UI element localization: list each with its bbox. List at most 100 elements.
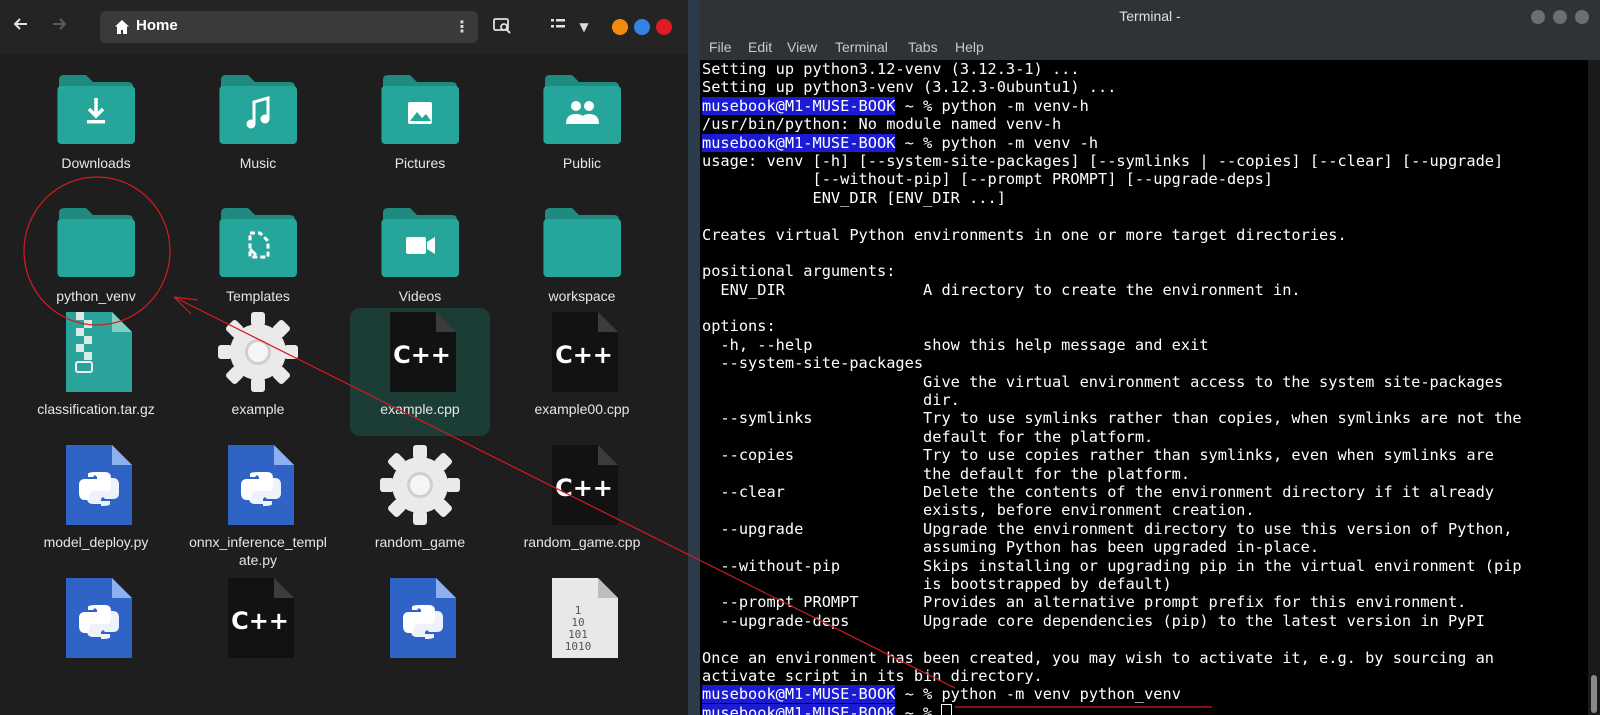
prompt-suffix: ~ % (895, 133, 942, 152)
file-item[interactable]: Pictures (350, 62, 490, 190)
search-button[interactable] (490, 15, 514, 39)
file-item[interactable]: random_game (350, 441, 490, 569)
terminal-prompt-line: musebook@M1-MUSE-BOOK ~ % (702, 703, 1582, 715)
binary-file-icon: 1 10 101 1010 (542, 576, 622, 660)
python-file-icon (380, 576, 460, 660)
terminal-output-line: --system-site-packages (702, 354, 1582, 372)
scroll-thumb[interactable] (1591, 675, 1597, 713)
file-item[interactable]: classification.tar.gz (26, 308, 166, 436)
terminal-menubar: File Edit View Terminal Tabs Help (700, 34, 1600, 60)
close-button[interactable] (656, 19, 672, 35)
terminal-output-line: --without-pip Skips installing or upgrad… (702, 557, 1582, 575)
menu-tabs[interactable]: Tabs (908, 39, 938, 55)
menu-file[interactable]: File (709, 39, 732, 55)
terminal-output-line: ENV_DIR A directory to create the enviro… (702, 281, 1582, 299)
menu-edit[interactable]: Edit (748, 39, 772, 55)
output-text: is bootstrapped by default) (702, 574, 1172, 593)
folder-downloads-icon (56, 64, 136, 148)
folder-videos-icon (380, 197, 460, 281)
file-item[interactable]: onnx_inference_template.py (188, 441, 328, 569)
view-mode-button[interactable] (548, 15, 568, 39)
file-item-label: onnx_inference_template.py (189, 534, 327, 568)
file-item-label: example.cpp (380, 401, 460, 417)
file-item-label: example00.cpp (534, 401, 630, 417)
file-item[interactable]: C++ example00.cpp (512, 308, 652, 436)
file-item[interactable]: Downloads (26, 62, 166, 190)
terminal-output-line: [--without-pip] [--prompt PROMPT] [--upg… (702, 170, 1582, 188)
command-text: python -m venv-h (941, 96, 1089, 115)
cpp-file-icon: C++ (542, 310, 622, 394)
terminal-output-line: options: (702, 317, 1582, 335)
output-text: --symlinks Try to use symlinks rather th… (702, 409, 1522, 428)
back-button[interactable] (9, 15, 33, 40)
file-item[interactable] (350, 574, 490, 702)
location-bar[interactable]: Home ⋮ (100, 11, 478, 43)
file-item[interactable]: Videos (350, 195, 490, 323)
terminal-output-line: --symlinks Try to use symlinks rather th… (702, 409, 1582, 427)
terminal-scrollbar[interactable] (1588, 60, 1600, 715)
file-manager-headerbar: Home ⋮ ▼ (0, 0, 688, 54)
file-item[interactable]: example (188, 308, 328, 436)
executable-gear-icon (380, 443, 460, 527)
terminal-output-line: default for the platform. (702, 428, 1582, 446)
menu-help[interactable]: Help (955, 39, 984, 55)
output-text: dir. (702, 391, 960, 410)
terminal-output-line: the default for the platform. (702, 465, 1582, 483)
file-item-label: random_game.cpp (523, 534, 641, 550)
text-cursor (941, 703, 953, 715)
output-text: [--without-pip] [--prompt PROMPT] [--upg… (702, 170, 1274, 189)
file-item-label: Pictures (394, 155, 446, 171)
folder-music-icon (218, 64, 298, 148)
output-text: positional arguments: (702, 262, 896, 281)
forward-button[interactable] (47, 15, 71, 40)
prompt-suffix: ~ % (895, 703, 942, 715)
file-item-label: workspace (548, 288, 616, 304)
terminal-output-line: --copies Try to use copies rather than s… (702, 446, 1582, 464)
terminal-output[interactable]: Setting up python3.12-venv (3.12.3-1) ..… (700, 60, 1582, 715)
minimize-button[interactable] (612, 19, 628, 35)
file-item-label: Downloads (61, 155, 131, 171)
chevron-down-icon: ▼ (579, 20, 589, 34)
file-item-label: Public (562, 155, 602, 171)
output-text: --without-pip Skips installing or upgrad… (702, 556, 1522, 575)
home-icon (115, 20, 129, 34)
terminal-close-button[interactable] (1575, 10, 1589, 24)
file-item[interactable]: Music (188, 62, 328, 190)
search-folder-icon (493, 18, 511, 34)
terminal-output-line: Setting up python3-venv (3.12.3-0ubuntu1… (702, 78, 1582, 96)
terminal-output-line: /usr/bin/python: No module named venv-h (702, 115, 1582, 133)
output-text: Creates virtual Python environments in o… (702, 225, 1347, 244)
view-options-dropdown[interactable]: ▼ (576, 15, 592, 39)
file-item[interactable]: C++ (188, 574, 328, 702)
cpp-file-icon: C++ (218, 576, 298, 660)
terminal-maximize-button[interactable] (1553, 10, 1567, 24)
maximize-button[interactable] (634, 19, 650, 35)
prompt-suffix: ~ % (895, 96, 942, 115)
terminal-output-line: Setting up python3.12-venv (3.12.3-1) ..… (702, 60, 1582, 78)
command-text: python -m venv -h (941, 133, 1099, 152)
output-text: Setting up python3-venv (3.12.3-0ubuntu1… (702, 78, 1117, 97)
file-item[interactable]: C++ example.cpp (350, 308, 490, 436)
output-text: --upgrade-deps Upgrade core dependencies… (702, 611, 1485, 630)
menu-view[interactable]: View (787, 39, 817, 55)
terminal-window: Terminal - File Edit View Terminal Tabs … (700, 0, 1600, 715)
file-item[interactable] (26, 574, 166, 702)
file-item[interactable]: model_deploy.py (26, 441, 166, 569)
file-grid: Downloads Music Pictures Public python_venv T… (0, 54, 688, 715)
location-menu-icon[interactable]: ⋮ (454, 17, 470, 36)
output-text: ENV_DIR A directory to create the enviro… (702, 280, 1301, 299)
archive-icon (56, 310, 136, 394)
file-item[interactable]: C++ random_game.cpp (512, 441, 652, 569)
file-item[interactable]: python_venv (26, 195, 166, 323)
file-item[interactable]: Public (512, 62, 652, 190)
output-text: exists, before environment creation. (702, 501, 1255, 520)
python-file-icon (56, 576, 136, 660)
cpp-file-icon: C++ (542, 443, 622, 527)
menu-terminal[interactable]: Terminal (835, 39, 888, 55)
file-item[interactable]: 1 10 101 1010 (512, 574, 652, 702)
file-item[interactable]: Templates (188, 195, 328, 323)
arrow-right-icon (53, 18, 67, 30)
file-item[interactable]: workspace (512, 195, 652, 323)
terminal-minimize-button[interactable] (1531, 10, 1545, 24)
